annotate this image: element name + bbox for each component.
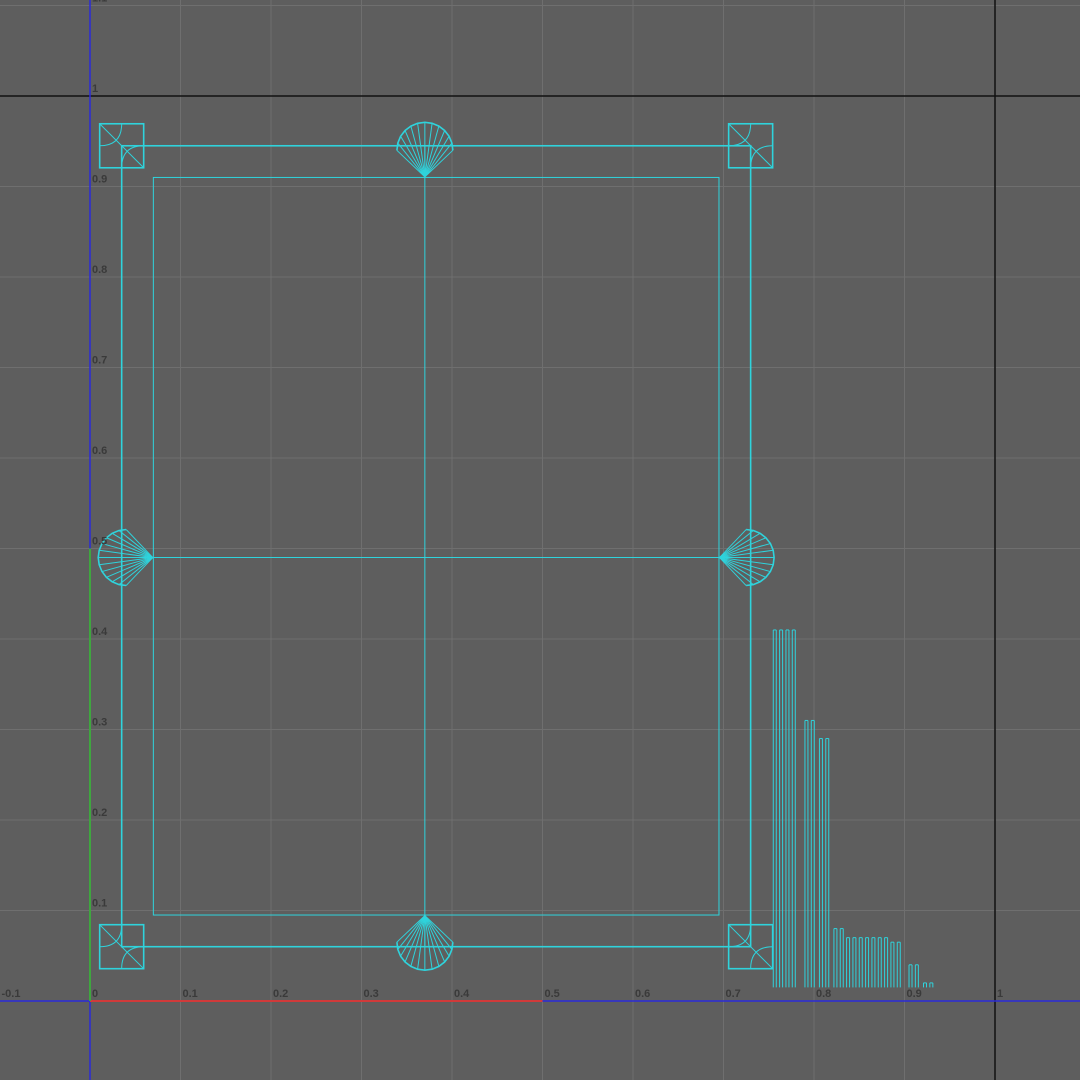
v-tick-label: 0.2 — [92, 807, 107, 819]
v-tick-label: 0.6 — [92, 445, 107, 457]
uv-strip — [914, 964, 919, 988]
uv-grid — [0, 0, 1080, 1080]
uv-strip — [929, 982, 934, 988]
uv-strip — [804, 719, 809, 988]
v-tick-label: 1 — [92, 83, 98, 95]
uv-strip — [818, 738, 823, 988]
uv-strip — [791, 629, 796, 988]
v-tick-label: 0.5 — [92, 536, 107, 548]
uv-editor-viewport[interactable]: -0.1 0 0.1 0.2 0.3 0.4 0.5 0.6 0.7 0.8 0.9 1 0.1 0.2 0… — [0, 0, 1080, 1080]
v-tick-label: 0.4 — [92, 626, 108, 638]
uv-axes — [0, 0, 1080, 1080]
uv-strip — [858, 937, 863, 988]
v-tick-label: 0.1 — [92, 898, 107, 910]
uv-strip — [865, 937, 870, 988]
uv-strip — [772, 629, 777, 988]
uv-strip — [877, 937, 882, 988]
v-tick-label: 0.3 — [92, 717, 107, 729]
uv-shells[interactable] — [97, 121, 934, 988]
uv-strip — [884, 937, 889, 988]
uv-strip — [839, 928, 844, 988]
uv-strip — [896, 941, 901, 988]
uv-strip — [852, 937, 857, 988]
u-tick-label: 0.2 — [273, 988, 288, 1000]
u-tick-label: 0.5 — [545, 988, 560, 1000]
v-tick-label: 0.9 — [92, 174, 107, 186]
u-tick-label: 0.4 — [454, 988, 470, 1000]
u-tick-label: -0.1 — [2, 988, 21, 1000]
uv-strip — [908, 964, 913, 988]
uv-frame-outer — [120, 144, 752, 948]
uv-strip — [923, 982, 928, 988]
u-tick-label: 0.1 — [183, 988, 198, 1000]
v-tick-label: 1.1 — [92, 0, 107, 5]
u-tick-label: 0.7 — [726, 988, 741, 1000]
uv-strip — [871, 937, 876, 988]
uv-fan-piece — [396, 121, 454, 178]
u-tick-label: 1 — [997, 988, 1003, 1000]
uv-strip — [779, 629, 784, 988]
uv-editor-canvas[interactable]: -0.1 0 0.1 0.2 0.3 0.4 0.5 0.6 0.7 0.8 0.9 1 0.1 0.2 0… — [0, 0, 1080, 1080]
v-tick-label: 0.8 — [92, 264, 107, 276]
u-tick-label: 0.9 — [907, 988, 922, 1000]
v-tick-label: 0.7 — [92, 355, 107, 367]
uv-strip — [785, 629, 790, 988]
uv-strip — [846, 937, 851, 988]
uv-frame-inner — [152, 176, 720, 916]
u-tick-label: 0.6 — [635, 988, 650, 1000]
uv-strip — [825, 738, 830, 988]
uv-strip — [810, 719, 815, 988]
uv-fan-piece — [719, 528, 775, 587]
uv-axis-labels: -0.1 0 0.1 0.2 0.3 0.4 0.5 0.6 0.7 0.8 0.9 1 0.1 0.2 0… — [2, 0, 1004, 1000]
uv-strip — [833, 928, 838, 988]
u-tick-label: 0.8 — [816, 988, 831, 1000]
uv-fan-piece — [396, 915, 454, 972]
uv-strip — [890, 941, 895, 988]
u-tick-label: 0 — [92, 988, 98, 1000]
u-tick-label: 0.3 — [364, 988, 379, 1000]
